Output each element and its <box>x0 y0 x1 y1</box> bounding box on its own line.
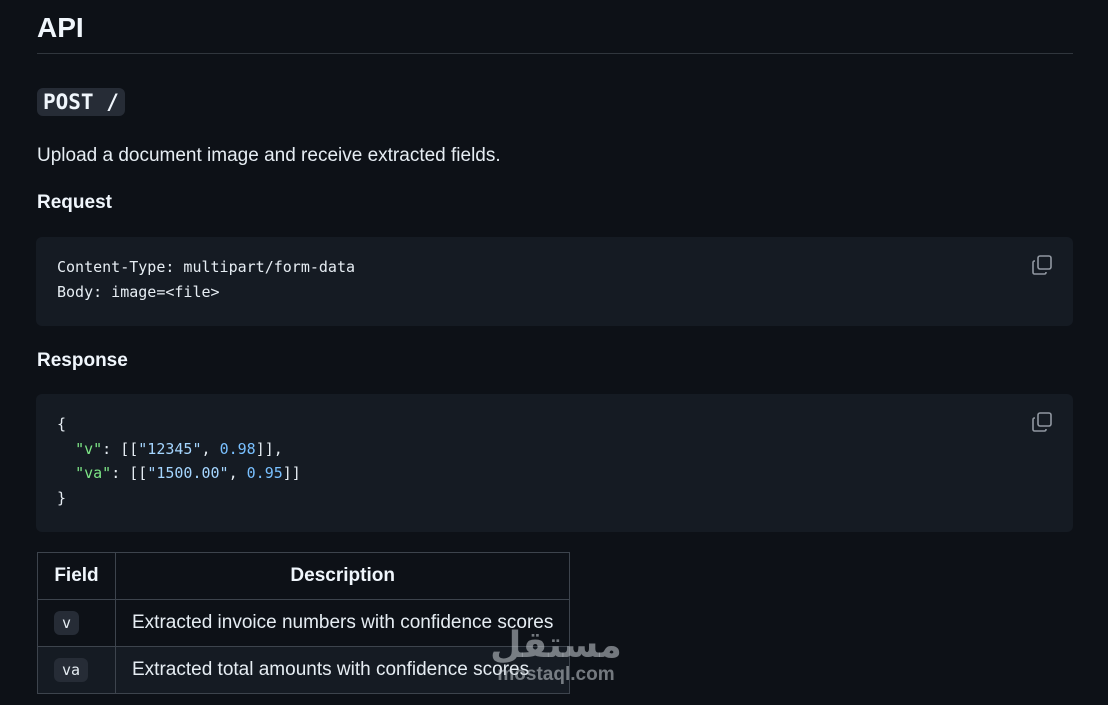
code-line: Content-Type: multipart/form-data <box>57 258 356 276</box>
copy-request-button[interactable] <box>1031 254 1053 276</box>
copy-icon <box>1032 255 1052 275</box>
api-doc-page: API POST / Upload a document image and r… <box>0 0 1108 705</box>
column-header-description: Description <box>114 552 571 600</box>
endpoint-description: Upload a document image and receive extr… <box>37 145 501 166</box>
table-row: v Extracted invoice numbers with confide… <box>37 599 571 647</box>
json-brace-close: } <box>57 488 67 507</box>
table-header-row: Field Description <box>37 552 571 600</box>
response-code-block: { "v": [["12345", 0.98]], "va": [["1500.… <box>36 394 1073 532</box>
request-code-block: Content-Type: multipart/form-data Body: … <box>36 237 1073 326</box>
field-code: va <box>54 658 89 682</box>
field-cell: va <box>37 646 116 694</box>
copy-icon <box>1032 412 1052 432</box>
column-header-field: Field <box>37 552 116 600</box>
page-title: API <box>37 12 84 43</box>
json-brace-open: { <box>57 415 67 433</box>
copy-response-button[interactable] <box>1031 411 1053 433</box>
heading-divider <box>37 53 1073 54</box>
response-code: { "v": [["12345", 0.98]], "va": [["1500.… <box>57 412 301 510</box>
field-cell: v <box>37 599 116 647</box>
code-line: Body: image=<file> <box>57 282 220 301</box>
json-line-va: "va": [["1500.00", 0.95]] <box>75 464 301 482</box>
request-heading: Request <box>37 192 112 213</box>
response-heading: Response <box>37 350 128 371</box>
table-row: va Extracted total amounts with confiden… <box>37 646 571 694</box>
request-code: Content-Type: multipart/form-data Body: … <box>57 255 355 304</box>
fields-table: Field Description v Extracted invoice nu… <box>37 552 571 694</box>
json-line-v: "v": [["12345", 0.98]], <box>75 439 283 458</box>
endpoint-code: POST / <box>37 88 125 116</box>
description-cell: Extracted total amounts with confidence … <box>114 646 571 694</box>
field-code: v <box>54 611 80 635</box>
description-cell: Extracted invoice numbers with confidenc… <box>114 599 571 647</box>
